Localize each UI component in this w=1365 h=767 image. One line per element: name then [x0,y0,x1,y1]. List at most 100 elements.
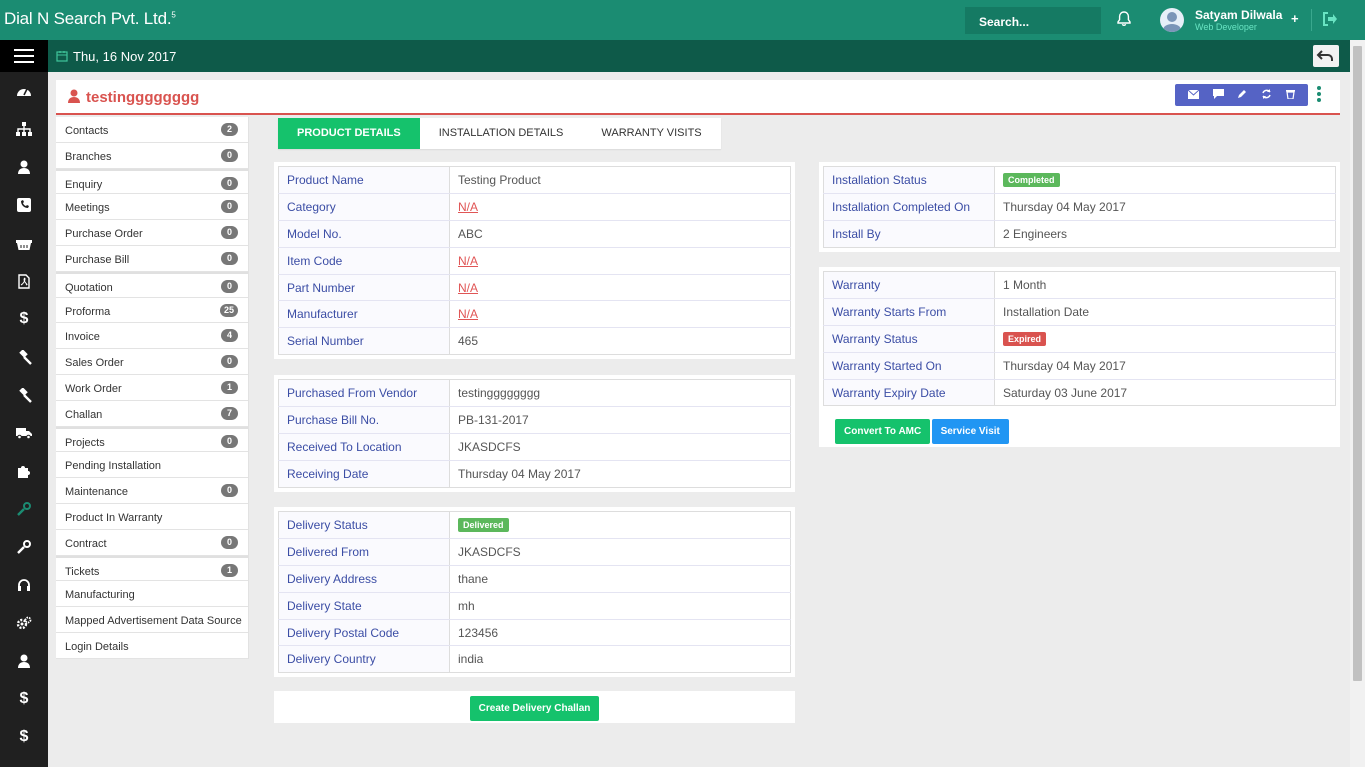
sidebar-item-sales-order[interactable]: Sales Order 0 [56,349,248,375]
service-visit-button[interactable]: Service Visit [931,419,1009,444]
sidebar-item-product-in-warranty[interactable]: Product In Warranty [56,504,248,530]
sidebar-item-proforma[interactable]: Proforma 25 [56,298,248,324]
sidebar-item-projects[interactable]: Projects 0 [56,426,248,453]
sidebar-item-mapped-advertisement[interactable]: Mapped Advertisement Data Source [56,607,248,633]
table-row: Received To Location JKASDCFS [278,433,791,461]
delivered-from-value: JKASDCFS [449,538,791,566]
dollar-icon-3[interactable]: $ [0,718,48,756]
sidebar-item-contacts[interactable]: Contacts 2 [56,117,248,143]
trash-icon[interactable] [1286,88,1296,102]
table-row: Installation Status Completed [823,166,1336,194]
count-badge: 25 [219,303,238,317]
headset-icon[interactable] [0,566,48,604]
tab-installation-details[interactable]: INSTALLATION DETAILS [420,118,583,149]
phone-icon[interactable] [0,186,48,224]
status-badge: Expired [1003,332,1047,347]
sidebar-item-tickets[interactable]: Tickets 1 [56,555,248,582]
dollar-icon-2[interactable]: $ [0,680,48,718]
location-value: JKASDCFS [449,433,791,461]
brand-logo[interactable]: Dial N Search Pvt. Ltd.5 [4,9,176,29]
truck-icon[interactable] [0,414,48,452]
sidebar-item-manufacturing[interactable]: Manufacturing [56,581,248,608]
field-label: Warranty [823,271,995,299]
sidebar-item-maintenance[interactable]: Maintenance 0 [56,478,248,504]
count-badge: 4 [221,329,238,343]
comment-icon[interactable] [1212,88,1224,102]
sidebar-item-pending-installation[interactable]: Pending Installation [56,452,248,479]
pdf-file-icon[interactable] [0,262,48,300]
sidebar-item-label: Purchase Order [65,228,143,241]
bell-icon[interactable] [1117,11,1131,30]
manufacturer-link[interactable]: N/A [458,307,478,321]
category-link[interactable]: N/A [458,200,478,214]
table-row: Delivery Postal Code 123456 [278,619,791,647]
sidebar-item-work-order[interactable]: Work Order 1 [56,375,248,401]
table-row: Delivery Status Delivered [278,511,791,539]
hierarchy-icon[interactable] [0,110,48,148]
sidebar-item-challan[interactable]: Challan 7 [56,401,248,427]
gavel-icon-2[interactable] [0,376,48,414]
table-row: Warranty Expiry Date Saturday 03 June 201… [823,379,1336,406]
table-row: Warranty Status Expired [823,325,1336,353]
avatar[interactable] [1160,8,1184,32]
search-input[interactable]: Search... [965,7,1101,34]
part-number-link[interactable]: N/A [458,281,478,295]
sidebar-item-login-details[interactable]: Login Details [56,633,248,659]
logout-icon[interactable] [1322,11,1338,30]
table-row: Receiving Date Thursday 04 May 2017 [278,460,791,488]
sidebar-item-label: Quotation [65,281,113,294]
sidebar-item-label: Meetings [65,202,110,215]
field-label: Serial Number [278,327,450,355]
user-icon[interactable] [0,148,48,186]
sidebar-item-branches[interactable]: Branches 0 [56,143,248,169]
table-row: Warranty Started On Thursday 04 May 2017 [823,352,1336,380]
plus-icon[interactable]: + [1291,11,1299,26]
sidebar-item-purchase-bill[interactable]: Purchase Bill 0 [56,246,248,272]
sidebar-item-contract[interactable]: Contract 0 [56,530,248,556]
field-label: Purchased From Vendor [278,379,450,407]
table-row: Part Number N/A [278,274,791,302]
basket-icon[interactable] [0,224,48,262]
sidebar-item-label: Maintenance [65,486,128,499]
sidebar-item-enquiry[interactable]: Enquiry 0 [56,168,248,195]
install-by-value: 2 Engineers [1003,226,1068,241]
vertical-scrollbar[interactable] [1350,40,1365,767]
icon-rail: $ $ $ [0,72,48,767]
more-options-icon[interactable] [1317,86,1321,105]
email-icon[interactable] [1187,88,1200,102]
sidebar-item-meetings[interactable]: Meetings 0 [56,194,248,221]
sidebar-item-quotation[interactable]: Quotation 0 [56,271,248,298]
sidebar-item-label: Challan [65,408,103,421]
field-label: Product Name [278,166,450,194]
model-value: ABC [449,220,791,248]
field-label: Installation Status [823,166,995,194]
pencil-icon[interactable] [1237,88,1247,102]
top-divider [1311,9,1312,31]
hamburger-menu-icon[interactable] [0,40,48,72]
gears-icon[interactable] [0,604,48,642]
sidebar-item-label: Contract [65,537,107,550]
dashboard-icon[interactable] [0,72,48,110]
convert-to-amc-button[interactable]: Convert To AMC [835,419,931,444]
sidebar-item-purchase-order[interactable]: Purchase Order 0 [56,220,248,246]
item-code-link[interactable]: N/A [458,254,478,268]
dollar-icon[interactable]: $ [0,300,48,338]
tab-warranty-visits[interactable]: WARRANTY VISITS [582,118,720,149]
refresh-icon[interactable] [1261,88,1272,102]
back-button[interactable] [1313,45,1339,67]
sidebar-item-invoice[interactable]: Invoice 4 [56,323,248,350]
installation-info-card: Installation Status Completed Installatio… [819,162,1340,252]
wrench-icon[interactable] [0,528,48,566]
create-delivery-challan-button[interactable]: Create Delivery Challan [469,696,600,721]
wrench-icon-active[interactable] [0,490,48,528]
gavel-icon[interactable] [0,338,48,376]
user-icon-2[interactable] [0,642,48,680]
user-icon [68,89,80,106]
tab-product-details[interactable]: PRODUCT DETAILS [278,118,420,149]
brand-superscript: 5 [171,10,176,20]
detail-tabs: PRODUCT DETAILS INSTALLATION DETAILS WAR… [278,118,721,149]
scrollbar-thumb[interactable] [1353,46,1362,681]
warranty-info-table: Warranty 1 Month Warranty Starts From Inst… [823,271,1336,407]
puzzle-icon[interactable] [0,452,48,490]
user-name[interactable]: Satyam Dilwala [1195,8,1282,22]
